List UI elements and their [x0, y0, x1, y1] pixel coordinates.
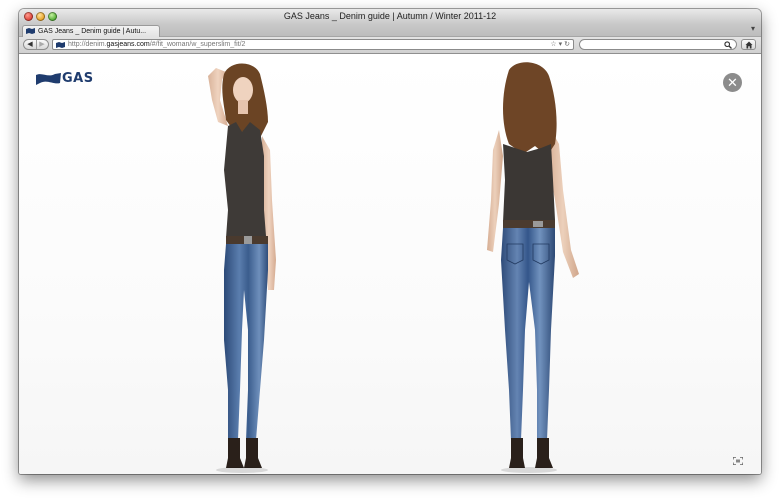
window-title: GAS Jeans _ Denim guide | Autumn / Winte…	[283, 11, 497, 21]
url-host: gasjeans.com	[106, 41, 150, 48]
page-content: GAS ✕	[19, 54, 761, 474]
desktop: GAS Jeans _ Denim guide | Autumn / Winte…	[0, 0, 780, 500]
home-button[interactable]	[741, 39, 756, 50]
navigation-toolbar: ◀ ▶ http://denim.gasjeans.com/#/fit_woma…	[19, 37, 761, 54]
url-bar-actions: ☆ ▾ ↻	[550, 40, 570, 50]
tab-gas-jeans[interactable]: GAS Jeans _ Denim guide | Autu...	[22, 25, 160, 37]
title-bar[interactable]: GAS Jeans _ Denim guide | Autumn / Winte…	[19, 9, 761, 24]
search-input[interactable]	[579, 39, 737, 50]
chevron-down-icon[interactable]: ▾	[559, 41, 563, 48]
browser-window: GAS Jeans _ Denim guide | Autumn / Winte…	[19, 9, 761, 474]
home-icon	[745, 41, 753, 49]
url-bar[interactable]: http://denim.gasjeans.com/#/fit_woman/w_…	[52, 39, 574, 50]
gas-favicon-icon	[26, 28, 35, 34]
url-path: /#/fit_woman/w_superslim_fit/2	[149, 41, 246, 48]
gas-flag-logo-icon	[36, 73, 61, 85]
url-text[interactable]: http://denim.gasjeans.com/#/fit_woman/w_…	[68, 40, 245, 50]
close-button[interactable]: ✕	[723, 73, 742, 92]
reload-icon[interactable]: ↻	[564, 41, 570, 48]
close-icon: ✕	[727, 75, 738, 90]
gas-logo[interactable]: GAS	[36, 71, 102, 86]
forward-arrow-icon[interactable]: ▶	[36, 40, 48, 49]
back-forward-group: ◀ ▶	[23, 39, 49, 50]
tab-list-chevron-icon[interactable]: ▾	[751, 24, 755, 33]
star-icon[interactable]: ☆	[550, 41, 556, 48]
search-icon[interactable]	[724, 41, 732, 49]
logo-text: GAS	[62, 71, 94, 86]
gas-favicon-icon	[56, 42, 65, 48]
url-prefix: http://denim.	[68, 41, 107, 48]
tab-label: GAS Jeans _ Denim guide | Autu...	[38, 28, 147, 35]
tab-strip: GAS Jeans _ Denim guide | Autu... ▾	[19, 24, 761, 37]
model-front-view	[208, 63, 276, 473]
model-back-view	[487, 62, 579, 473]
fullscreen-icon[interactable]	[733, 457, 743, 465]
